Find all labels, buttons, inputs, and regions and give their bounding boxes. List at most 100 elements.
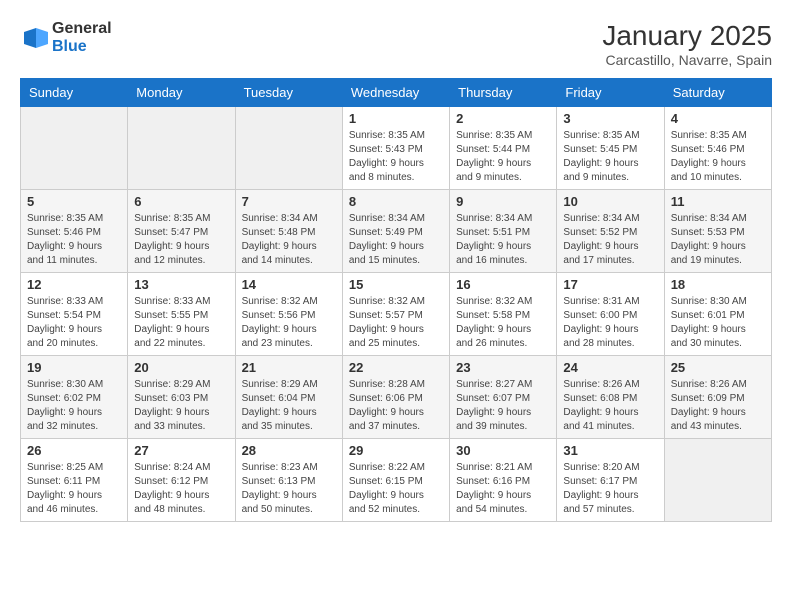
calendar-title: January 2025 [602, 20, 772, 52]
day-number: 7 [242, 194, 336, 209]
day-number: 20 [134, 360, 228, 375]
day-info: Sunrise: 8:35 AM Sunset: 5:47 PM Dayligh… [134, 212, 228, 268]
calendar-day-cell: 31 Sunrise: 8:20 AM Sunset: 6:17 PM Dayli… [557, 439, 664, 522]
day-info: Sunrise: 8:35 AM Sunset: 5:45 PM Dayligh… [563, 129, 657, 185]
calendar-day-cell: 23 Sunrise: 8:27 AM Sunset: 6:07 PM Dayli… [450, 356, 557, 439]
calendar-day-cell: 27 Sunrise: 8:24 AM Sunset: 6:12 PM Dayli… [128, 439, 235, 522]
calendar-day-cell: 12Sunrise: 8:33 AM Sunset: 5:54 PM Dayli… [21, 273, 128, 356]
logo-general-text: General [52, 20, 112, 38]
calendar-day-cell: 9 Sunrise: 8:34 AM Sunset: 5:51 PM Daylig… [450, 190, 557, 273]
calendar-day-cell: 18 Sunrise: 8:30 AM Sunset: 6:01 PM Dayli… [664, 273, 771, 356]
day-info: Sunrise: 8:27 AM Sunset: 6:07 PM Dayligh… [456, 378, 550, 434]
day-info: Sunrise: 8:31 AM Sunset: 6:00 PM Dayligh… [563, 295, 657, 351]
day-info: Sunrise: 8:35 AM Sunset: 5:46 PM Dayligh… [671, 129, 765, 185]
day-info: Sunrise: 8:24 AM Sunset: 6:12 PM Dayligh… [134, 461, 228, 517]
day-info: Sunrise: 8:35 AM Sunset: 5:43 PM Dayligh… [349, 129, 443, 185]
day-info: Sunrise: 8:22 AM Sunset: 6:15 PM Dayligh… [349, 461, 443, 517]
calendar-day-cell: 10 Sunrise: 8:34 AM Sunset: 5:52 PM Dayli… [557, 190, 664, 273]
day-info: Sunrise: 8:20 AM Sunset: 6:17 PM Dayligh… [563, 461, 657, 517]
calendar-day-cell: 2 Sunrise: 8:35 AM Sunset: 5:44 PM Daylig… [450, 107, 557, 190]
calendar-day-cell: 20 Sunrise: 8:29 AM Sunset: 6:03 PM Dayli… [128, 356, 235, 439]
calendar-week-row: 1 Sunrise: 8:35 AM Sunset: 5:43 PM Daylig… [21, 107, 772, 190]
day-number: 27 [134, 443, 228, 458]
weekday-header-friday: Friday [557, 79, 664, 107]
day-number: 3 [563, 111, 657, 126]
day-info: Sunrise: 8:28 AM Sunset: 6:06 PM Dayligh… [349, 378, 443, 434]
day-number: 16 [456, 277, 550, 292]
day-info: Sunrise: 8:33 AM Sunset: 5:55 PM Dayligh… [134, 295, 228, 351]
calendar-day-cell: 25 Sunrise: 8:26 AM Sunset: 6:09 PM Dayli… [664, 356, 771, 439]
day-number: 8 [349, 194, 443, 209]
calendar-week-row: 5 Sunrise: 8:35 AM Sunset: 5:46 PM Daylig… [21, 190, 772, 273]
day-number: 5 [27, 194, 121, 209]
calendar-day-cell: 7 Sunrise: 8:34 AM Sunset: 5:48 PM Daylig… [235, 190, 342, 273]
weekday-header-wednesday: Wednesday [342, 79, 449, 107]
day-info: Sunrise: 8:23 AM Sunset: 6:13 PM Dayligh… [242, 461, 336, 517]
day-number: 9 [456, 194, 550, 209]
day-number: 24 [563, 360, 657, 375]
calendar-day-cell [128, 107, 235, 190]
calendar-day-cell: 1 Sunrise: 8:35 AM Sunset: 5:43 PM Daylig… [342, 107, 449, 190]
weekday-header-sunday: Sunday [21, 79, 128, 107]
calendar-day-cell: 15Sunrise: 8:32 AM Sunset: 5:57 PM Dayli… [342, 273, 449, 356]
weekday-header-row: SundayMondayTuesdayWednesdayThursdayFrid… [21, 79, 772, 107]
day-info: Sunrise: 8:32 AM Sunset: 5:58 PM Dayligh… [456, 295, 550, 351]
day-info: Sunrise: 8:35 AM Sunset: 5:44 PM Dayligh… [456, 129, 550, 185]
calendar-day-cell: 11Sunrise: 8:34 AM Sunset: 5:53 PM Dayli… [664, 190, 771, 273]
day-number: 1 [349, 111, 443, 126]
day-info: Sunrise: 8:32 AM Sunset: 5:57 PM Dayligh… [349, 295, 443, 351]
day-info: Sunrise: 8:29 AM Sunset: 6:03 PM Dayligh… [134, 378, 228, 434]
day-info: Sunrise: 8:32 AM Sunset: 5:56 PM Dayligh… [242, 295, 336, 351]
day-number: 12 [27, 277, 121, 292]
day-number: 25 [671, 360, 765, 375]
day-number: 2 [456, 111, 550, 126]
day-number: 6 [134, 194, 228, 209]
calendar-week-row: 26Sunrise: 8:25 AM Sunset: 6:11 PM Dayli… [21, 439, 772, 522]
day-number: 29 [349, 443, 443, 458]
calendar-day-cell: 28 Sunrise: 8:23 AM Sunset: 6:13 PM Dayli… [235, 439, 342, 522]
day-info: Sunrise: 8:34 AM Sunset: 5:48 PM Dayligh… [242, 212, 336, 268]
day-number: 23 [456, 360, 550, 375]
calendar-week-row: 12Sunrise: 8:33 AM Sunset: 5:54 PM Dayli… [21, 273, 772, 356]
logo-blue-text: Blue [52, 38, 112, 56]
calendar-day-cell: 8 Sunrise: 8:34 AM Sunset: 5:49 PM Daylig… [342, 190, 449, 273]
calendar-day-cell [21, 107, 128, 190]
calendar-day-cell: 14Sunrise: 8:32 AM Sunset: 5:56 PM Dayli… [235, 273, 342, 356]
calendar-day-cell: 22 Sunrise: 8:28 AM Sunset: 6:06 PM Dayli… [342, 356, 449, 439]
day-info: Sunrise: 8:26 AM Sunset: 6:09 PM Dayligh… [671, 378, 765, 434]
calendar-day-cell: 30 Sunrise: 8:21 AM Sunset: 6:16 PM Dayli… [450, 439, 557, 522]
day-number: 18 [671, 277, 765, 292]
day-number: 30 [456, 443, 550, 458]
calendar-day-cell: 17Sunrise: 8:31 AM Sunset: 6:00 PM Dayli… [557, 273, 664, 356]
day-info: Sunrise: 8:34 AM Sunset: 5:51 PM Dayligh… [456, 212, 550, 268]
day-info: Sunrise: 8:35 AM Sunset: 5:46 PM Dayligh… [27, 212, 121, 268]
day-info: Sunrise: 8:34 AM Sunset: 5:52 PM Dayligh… [563, 212, 657, 268]
calendar-day-cell [664, 439, 771, 522]
calendar-day-cell: 13 Sunrise: 8:33 AM Sunset: 5:55 PM Dayli… [128, 273, 235, 356]
calendar-day-cell: 3 Sunrise: 8:35 AM Sunset: 5:45 PM Daylig… [557, 107, 664, 190]
day-number: 31 [563, 443, 657, 458]
calendar-subtitle: Carcastillo, Navarre, Spain [602, 52, 772, 68]
calendar-week-row: 19Sunrise: 8:30 AM Sunset: 6:02 PM Dayli… [21, 356, 772, 439]
calendar-day-cell: 21Sunrise: 8:29 AM Sunset: 6:04 PM Dayli… [235, 356, 342, 439]
title-area: January 2025 Carcastillo, Navarre, Spain [602, 20, 772, 68]
weekday-header-saturday: Saturday [664, 79, 771, 107]
day-info: Sunrise: 8:34 AM Sunset: 5:49 PM Dayligh… [349, 212, 443, 268]
day-info: Sunrise: 8:30 AM Sunset: 6:02 PM Dayligh… [27, 378, 121, 434]
weekday-header-thursday: Thursday [450, 79, 557, 107]
calendar-day-cell: 26Sunrise: 8:25 AM Sunset: 6:11 PM Dayli… [21, 439, 128, 522]
day-number: 22 [349, 360, 443, 375]
day-number: 28 [242, 443, 336, 458]
calendar-body: 1 Sunrise: 8:35 AM Sunset: 5:43 PM Daylig… [21, 107, 772, 522]
calendar-day-cell: 6 Sunrise: 8:35 AM Sunset: 5:47 PM Daylig… [128, 190, 235, 273]
calendar-day-cell: 24Sunrise: 8:26 AM Sunset: 6:08 PM Dayli… [557, 356, 664, 439]
logo-icon [20, 24, 48, 52]
day-number: 13 [134, 277, 228, 292]
calendar-day-cell: 5 Sunrise: 8:35 AM Sunset: 5:46 PM Daylig… [21, 190, 128, 273]
day-info: Sunrise: 8:21 AM Sunset: 6:16 PM Dayligh… [456, 461, 550, 517]
day-number: 10 [563, 194, 657, 209]
weekday-header-tuesday: Tuesday [235, 79, 342, 107]
day-info: Sunrise: 8:29 AM Sunset: 6:04 PM Dayligh… [242, 378, 336, 434]
calendar-day-cell [235, 107, 342, 190]
day-info: Sunrise: 8:30 AM Sunset: 6:01 PM Dayligh… [671, 295, 765, 351]
